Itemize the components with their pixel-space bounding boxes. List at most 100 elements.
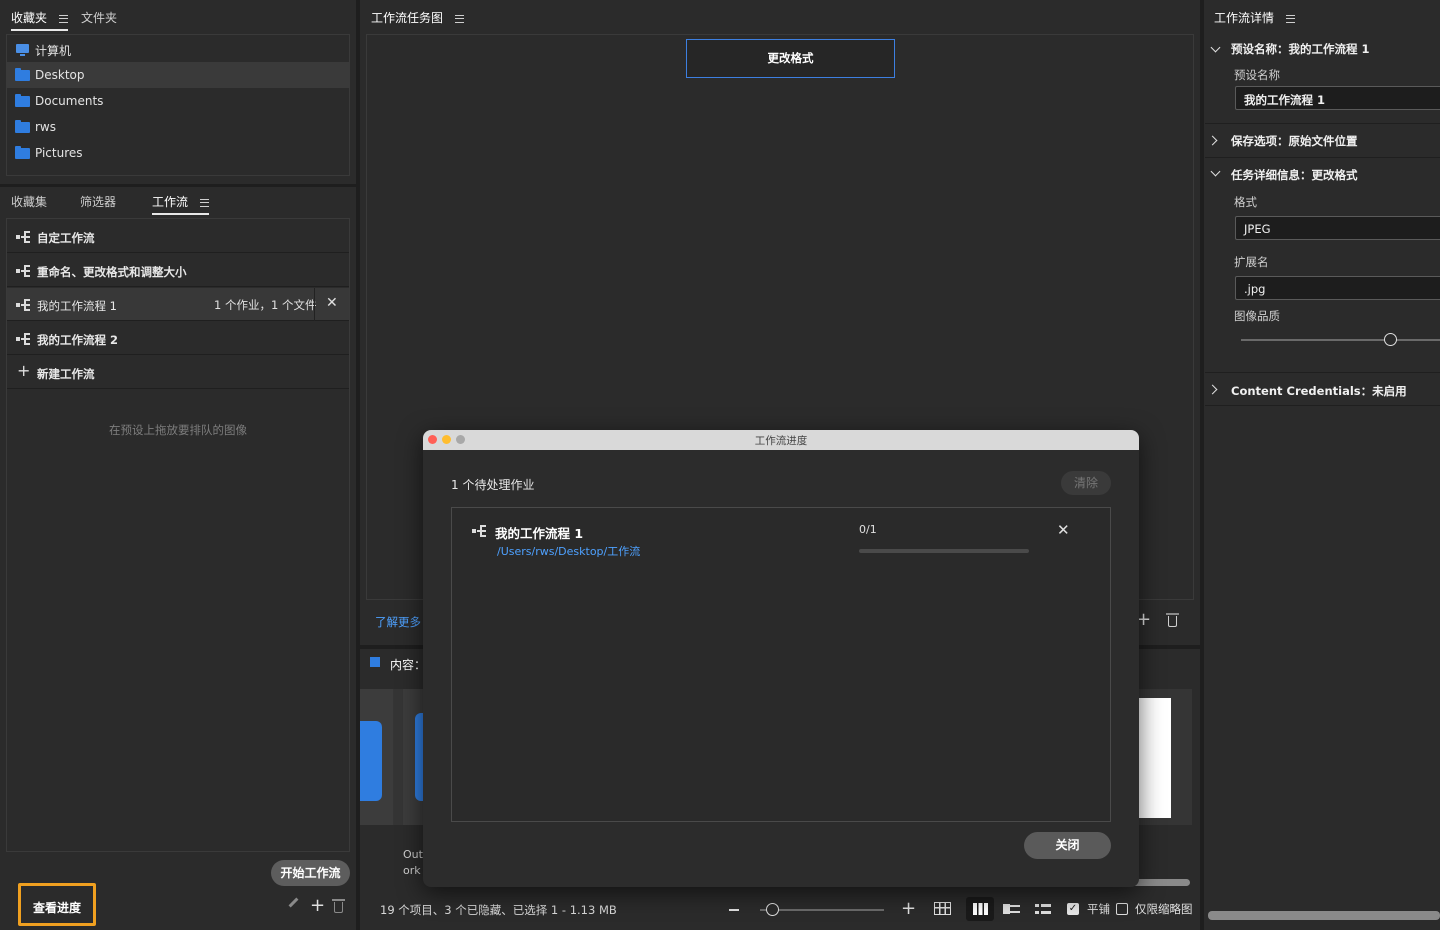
menu-icon[interactable] — [199, 198, 209, 207]
details-panel-header: 工作流详情 — [1214, 9, 1295, 26]
favorite-label: Documents — [35, 94, 104, 108]
favorite-label: Pictures — [35, 146, 83, 160]
view-progress-button[interactable]: 查看进度 — [18, 883, 96, 926]
zoom-out-icon[interactable] — [729, 909, 739, 911]
content-title: 内容： — [390, 658, 427, 672]
image-thumbnail[interactable] — [1139, 698, 1171, 818]
favorite-rws[interactable]: rws — [7, 114, 349, 140]
zoom-slider[interactable] — [760, 903, 884, 916]
workflow-divider — [314, 288, 315, 321]
tab-workflow[interactable]: 工作流 — [152, 193, 209, 215]
tab-filters[interactable]: 筛选器 — [80, 193, 116, 210]
favorite-label: Desktop — [35, 68, 85, 82]
chevron-down-icon — [1210, 166, 1221, 177]
clear-button[interactable]: 清除 — [1061, 471, 1111, 495]
tab-collections[interactable]: 收藏集 — [11, 193, 47, 210]
task-box-label: 更改格式 — [767, 51, 814, 65]
tile-label: 平铺 — [1087, 902, 1110, 916]
format-label: 格式 — [1234, 195, 1257, 209]
quality-slider[interactable] — [1241, 333, 1440, 346]
folder-icon — [360, 721, 382, 801]
section-save-options[interactable]: 保存选项：原始文件位置 — [1205, 124, 1440, 158]
pending-jobs-label: 1 个待处理作业 — [451, 478, 535, 492]
tab-favorites[interactable]: 收藏夹 — [11, 9, 68, 31]
trash-icon[interactable] — [332, 899, 345, 913]
tab-favorites-label: 收藏夹 — [11, 11, 48, 25]
menu-icon[interactable] — [1285, 14, 1295, 23]
workflow-label: 我的工作流程 2 — [37, 333, 119, 347]
cancel-job-icon[interactable]: ✕ — [1057, 523, 1070, 538]
quality-slider-thumb[interactable] — [1384, 333, 1398, 346]
computer-icon — [16, 44, 29, 56]
details-panel-title: 工作流详情 — [1214, 11, 1275, 25]
drop-hint: 在预设上拖放要排队的图像 — [109, 423, 247, 437]
workflow-icon — [16, 231, 31, 243]
section-content-credentials[interactable]: Content Credentials：未启用 — [1205, 373, 1440, 406]
close-dialog-button[interactable]: 关闭 — [1024, 832, 1111, 859]
menu-icon[interactable] — [58, 14, 68, 23]
preset-name-label: 预设名称 — [1234, 68, 1280, 82]
add-icon[interactable]: + — [310, 897, 325, 915]
workflow-label: 我的工作流程 1 — [37, 299, 117, 313]
dialog-titlebar: 工作流进度 — [423, 430, 1139, 450]
task-panel-header: 工作流任务图 — [371, 9, 464, 26]
menu-icon[interactable] — [454, 14, 464, 23]
folder-thumbnail[interactable] — [360, 689, 393, 825]
extension-select[interactable]: .jpg — [1235, 276, 1440, 300]
details-scrollbar[interactable] — [1208, 911, 1440, 920]
favorite-computer[interactable]: 计算机 — [7, 36, 349, 62]
task-box-change-format[interactable]: 更改格式 — [686, 39, 895, 78]
workflow-label: 重命名、更改格式和调整大小 — [37, 265, 187, 279]
tab-folders[interactable]: 文件夹 — [81, 9, 117, 26]
zoom-in-icon[interactable]: + — [901, 900, 916, 918]
thumb-only-label: 仅限缩略图 — [1135, 902, 1193, 916]
task-panel-title: 工作流任务图 — [371, 11, 444, 25]
workflow-label: 新建工作流 — [37, 367, 95, 381]
start-workflow-button[interactable]: 开始工作流 — [271, 860, 350, 886]
detail-view-icon[interactable] — [1003, 904, 1020, 914]
content-color-swatch — [370, 657, 380, 667]
job-progress-bar — [859, 549, 1029, 553]
favorite-desktop[interactable]: Desktop — [7, 62, 349, 88]
workflow-item-custom[interactable]: 自定工作流 — [7, 220, 349, 253]
workflow-meta: 1 个作业，1 个文件 — [214, 298, 317, 312]
tile-view-button[interactable] — [966, 897, 994, 921]
preset-name-input[interactable]: 我的工作流程 1 — [1235, 86, 1440, 110]
section-title: 预设名称：我的工作流程 1 — [1231, 42, 1370, 56]
folder-icon — [15, 146, 30, 159]
trash-icon[interactable] — [1166, 613, 1179, 627]
section-preset-name[interactable]: 预设名称：我的工作流程 1 预设名称 我的工作流程 1 — [1205, 34, 1440, 124]
favorites-panel: 收藏夹 文件夹 计算机 Desktop Documents rws Pictur… — [0, 0, 356, 184]
content-status: 19 个项目、3 个已隐藏、已选择 1 - 1.13 MB — [380, 903, 617, 917]
workflow-item-rename-format-resize[interactable]: 重命名、更改格式和调整大小 — [7, 254, 349, 287]
favorite-label: 计算机 — [35, 44, 72, 58]
favorite-pictures[interactable]: Pictures — [7, 140, 349, 166]
tile-caption: ork — [403, 864, 421, 877]
workflow-item-my-workflow-1[interactable]: 我的工作流程 1 1 个作业，1 个文件 ✕ — [7, 288, 349, 321]
favorite-label: rws — [35, 120, 56, 134]
format-select[interactable]: JPEG — [1235, 216, 1440, 240]
folder-icon — [15, 94, 30, 107]
folder-icon — [15, 120, 30, 133]
learn-more-link[interactable]: 了解更多 — [375, 614, 421, 630]
folder-icon — [15, 68, 30, 81]
favorite-documents[interactable]: Documents — [7, 88, 349, 114]
workflow-label: 自定工作流 — [37, 231, 95, 245]
thumb-only-checkbox[interactable] — [1116, 903, 1128, 915]
workflow-item-new[interactable]: + 新建工作流 — [7, 356, 349, 389]
grid-view-icon[interactable] — [934, 902, 951, 915]
list-view-icon[interactable] — [1035, 904, 1051, 914]
remove-job-icon[interactable]: ✕ — [326, 296, 338, 310]
workflow-item-my-workflow-2[interactable]: 我的工作流程 2 — [7, 322, 349, 355]
section-task-details[interactable]: 任务详细信息：更改格式 格式 JPEG 扩展名 .jpg 图像品质 — [1205, 158, 1440, 373]
job-path-link[interactable]: /Users/rws/Desktop/工作流 — [497, 543, 640, 559]
add-icon: + — [17, 361, 31, 380]
workflow-icon — [472, 525, 487, 537]
tile-checkbox[interactable]: ✓ — [1067, 903, 1079, 915]
view-progress-label: 查看进度 — [33, 901, 82, 915]
tab-workflow-label: 工作流 — [152, 195, 189, 209]
workflow-progress-dialog: 工作流进度 1 个待处理作业 清除 我的工作流程 1 /Users/rws/De… — [423, 430, 1139, 887]
tile-view-icon — [973, 903, 988, 915]
job-name: 我的工作流程 1 — [495, 526, 584, 541]
zoom-slider-thumb[interactable] — [766, 903, 779, 916]
